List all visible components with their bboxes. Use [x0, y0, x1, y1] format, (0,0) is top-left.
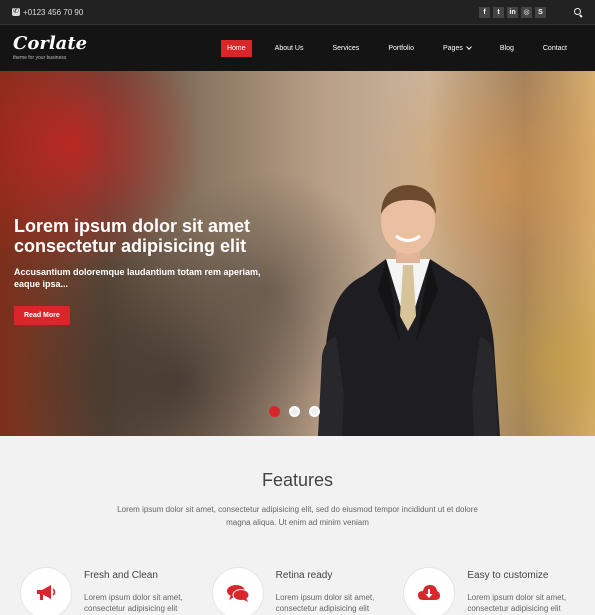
nav-home[interactable]: Home	[220, 39, 252, 57]
nav-about-us[interactable]: About Us	[269, 40, 310, 57]
phone-contact: ✆ +0123 456 70 90	[12, 8, 83, 17]
hero-slider: Lorem ipsum dolor sit amet consectetur a…	[0, 71, 595, 436]
dribbble-icon[interactable]: ◎	[521, 6, 532, 18]
logo-tagline: theme for your business	[13, 55, 67, 61]
logo-wordmark: Corlate	[13, 33, 88, 54]
logo[interactable]: Corlate theme for your business	[13, 33, 88, 62]
hero-subtitle: Accusantium doloremque laudantium totam …	[14, 267, 261, 289]
linkedin-icon[interactable]: in	[507, 6, 518, 18]
feature-text: Lorem ipsum dolor sit amet, consectetur …	[84, 593, 183, 613]
nav-pages-label: Pages	[443, 44, 463, 52]
feature-text: Lorem ipsum dolor sit amet, consectetur …	[467, 593, 567, 613]
megaphone-icon	[37, 585, 56, 600]
hero-title: Lorem ipsum dolor sit amet consectetur a…	[14, 216, 251, 256]
feature-item: Retina ready Lorem ipsum dolor sit amet,…	[211, 567, 404, 615]
nav-portfolio[interactable]: Portfolio	[382, 40, 420, 57]
nav-pages[interactable]: Pages	[437, 40, 477, 57]
features-section: Features Lorem ipsum dolor sit amet, con…	[0, 436, 595, 615]
feature-title: Easy to customize	[467, 570, 549, 581]
chevron-down-icon	[466, 44, 472, 50]
slider-dot-2[interactable]	[289, 406, 300, 417]
twitter-icon[interactable]: t	[493, 6, 504, 18]
nav-services[interactable]: Services	[326, 40, 365, 57]
feature-icon-circle	[211, 567, 264, 615]
main-header: Corlate theme for your business Home Abo…	[0, 25, 595, 71]
slider-dot-1[interactable]	[269, 406, 280, 417]
phone-number: +0123 456 70 90	[23, 7, 84, 17]
feature-title: Fresh and Clean	[84, 570, 158, 581]
chat-bubbles-icon	[226, 585, 250, 602]
feature-item: Fresh and Clean Lorem ipsum dolor sit am…	[20, 567, 212, 615]
feature-title: Retina ready	[275, 570, 333, 581]
cloud-download-icon	[418, 585, 441, 600]
slider-dot-3[interactable]	[309, 406, 320, 417]
top-bar: ✆ +0123 456 70 90 f t in ◎ S	[0, 0, 595, 25]
features-heading: Features	[261, 470, 334, 490]
feature-columns: Fresh and Clean Lorem ipsum dolor sit am…	[0, 567, 595, 615]
nav-contact[interactable]: Contact	[537, 40, 573, 57]
feature-item: Easy to customize Lorem ipsum dolor sit …	[403, 567, 595, 615]
features-intro: Lorem ipsum dolor sit amet, consectetur …	[117, 505, 478, 527]
slider-dots	[269, 406, 320, 417]
facebook-icon[interactable]: f	[479, 6, 490, 18]
search-icon[interactable]	[573, 7, 583, 17]
main-nav: Home About Us Services Portfolio Pages B…	[220, 39, 582, 57]
phone-icon: ✆	[12, 8, 20, 16]
social-links: f t in ◎ S	[479, 6, 546, 18]
feature-icon-circle	[20, 567, 72, 615]
feature-text: Lorem ipsum dolor sit amet, consectetur …	[275, 593, 375, 613]
businessman-image	[318, 185, 500, 436]
feature-icon-circle	[403, 567, 456, 615]
read-more-button[interactable]: Read More	[14, 306, 70, 325]
nav-blog[interactable]: Blog	[494, 40, 520, 57]
hero-caption: Lorem ipsum dolor sit amet consectetur a…	[14, 216, 284, 325]
skype-icon[interactable]: S	[535, 6, 546, 18]
